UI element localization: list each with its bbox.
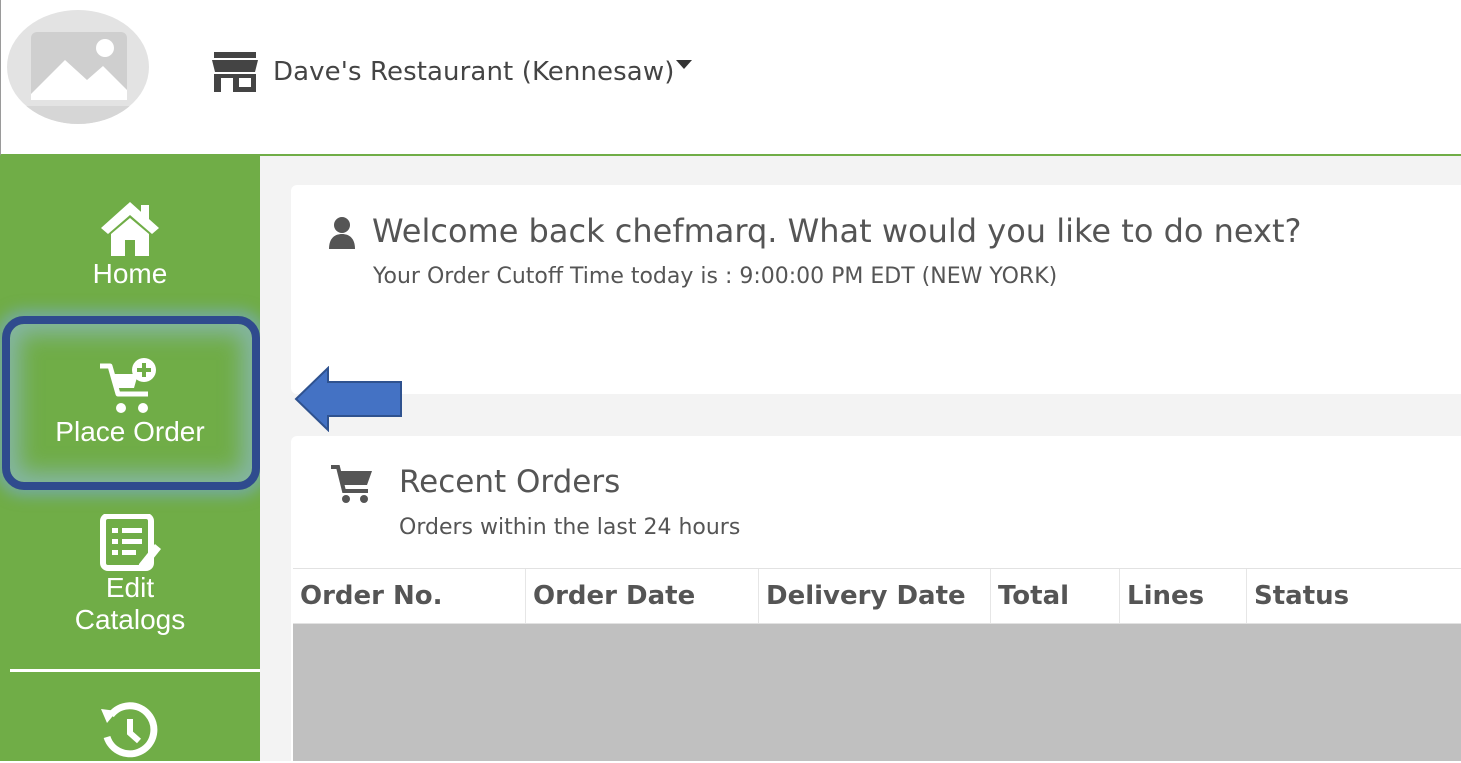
column-header-total[interactable]: Total [991, 569, 1120, 623]
sidebar-divider [10, 669, 260, 672]
logo-placeholder-icon [7, 10, 149, 124]
top-header: Dave's Restaurant (Kennesaw) [0, 0, 1461, 156]
sidebar-item-history[interactable] [0, 701, 260, 763]
column-header-status[interactable]: Status [1247, 569, 1461, 623]
store-icon [212, 52, 258, 92]
chevron-down-icon[interactable] [676, 59, 693, 69]
cutoff-time-text: Your Order Cutoff Time today is : 9:00:0… [373, 264, 1058, 289]
pointer-arrow-icon [294, 366, 402, 432]
user-icon [329, 217, 355, 249]
sidebar-item-label: Edit Catalogs [74, 572, 186, 635]
cart-plus-icon [100, 358, 156, 413]
recent-orders-title: Recent Orders [399, 464, 621, 500]
table-body [293, 624, 1461, 761]
cart-icon [331, 465, 372, 503]
sidebar: Home Place Order Edit Catalogs [0, 156, 260, 761]
column-header-order-no[interactable]: Order No. [293, 569, 526, 623]
history-icon [101, 702, 158, 758]
column-header-delivery-date[interactable]: Delivery Date [759, 569, 991, 623]
sidebar-item-edit-catalogs[interactable]: Edit Catalogs [0, 514, 260, 636]
home-icon [101, 202, 159, 256]
store-selector[interactable]: Dave's Restaurant (Kennesaw) [211, 50, 693, 94]
recent-orders-table: Order No. Order Date Delivery Date Total… [293, 568, 1461, 761]
sidebar-item-place-order[interactable]: Place Order [0, 356, 260, 448]
recent-orders-subtitle: Orders within the last 24 hours [399, 515, 741, 540]
sidebar-item-home[interactable]: Home [0, 200, 260, 290]
sidebar-item-label: Place Order [55, 416, 205, 447]
column-header-lines[interactable]: Lines [1120, 569, 1247, 623]
catalog-edit-icon [100, 514, 161, 571]
column-header-order-date[interactable]: Order Date [526, 569, 759, 623]
sidebar-item-label: Home [92, 258, 168, 289]
store-name: Dave's Restaurant (Kennesaw) [273, 57, 675, 87]
table-header: Order No. Order Date Delivery Date Total… [293, 568, 1461, 624]
welcome-title: Welcome back chefmarq. What would you li… [372, 212, 1302, 250]
